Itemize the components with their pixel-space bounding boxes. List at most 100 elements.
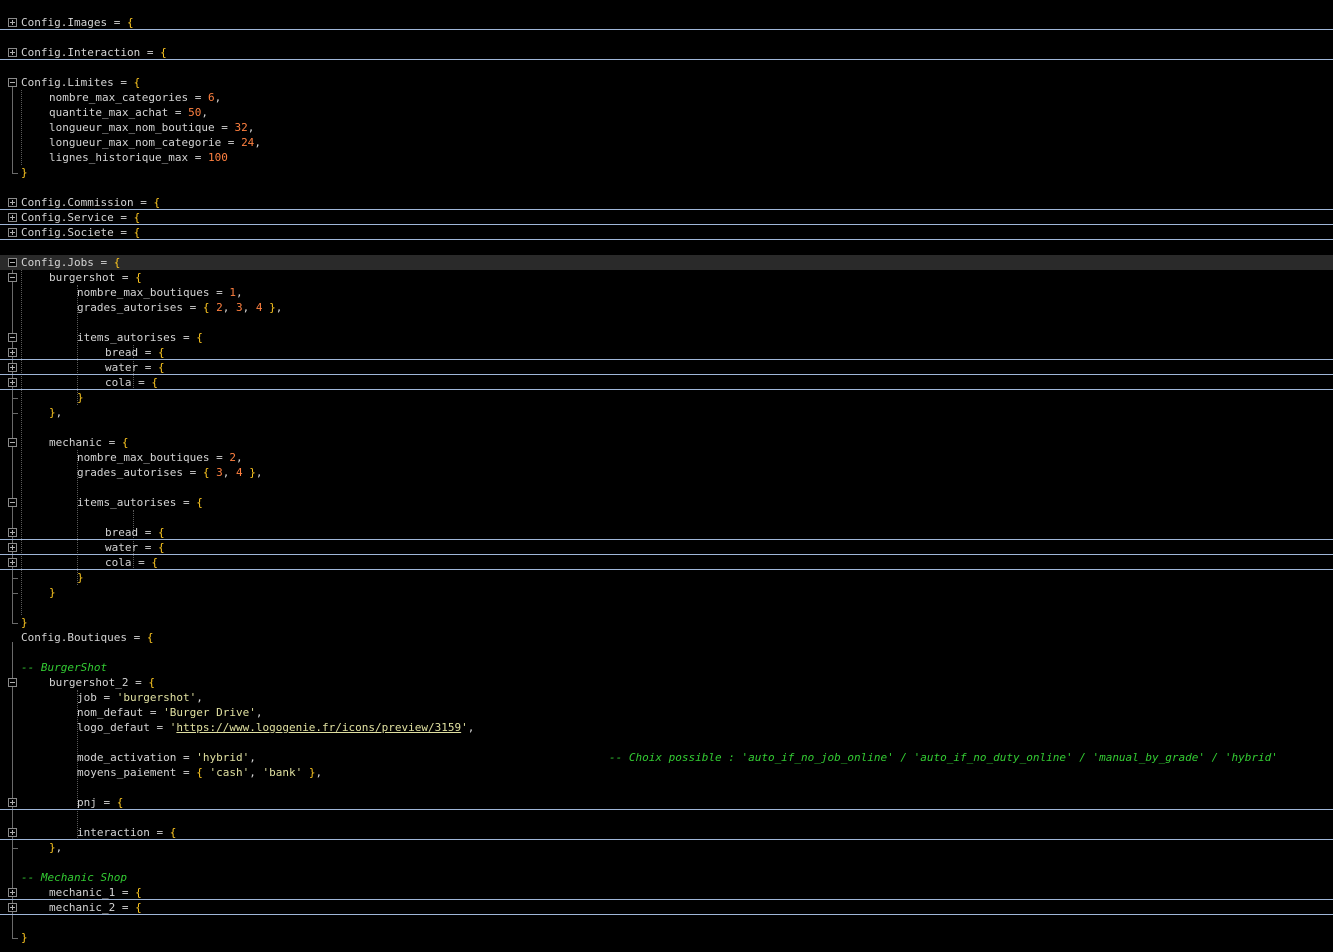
code-line[interactable]: water = {	[0, 540, 1333, 555]
code-line[interactable]: }	[0, 615, 1333, 630]
code-line[interactable]: cola = {	[0, 555, 1333, 570]
code-line[interactable]	[0, 810, 1333, 825]
code-line[interactable]: }	[0, 930, 1333, 945]
token-op: =	[140, 46, 161, 59]
code-line[interactable]	[0, 780, 1333, 795]
collapse-fold-icon[interactable]	[8, 438, 17, 447]
code-line[interactable]: burgershot_2 = {	[0, 675, 1333, 690]
expand-fold-icon[interactable]	[8, 18, 17, 27]
expand-fold-icon[interactable]	[8, 798, 17, 807]
code-line[interactable]: moyens_paiement = { 'cash', 'bank' },	[0, 765, 1333, 780]
token-id: bread	[105, 526, 139, 539]
code-line[interactable]: mode_activation = 'hybrid', -- Choix poss…	[0, 750, 1333, 765]
token-br: {	[116, 796, 124, 809]
expand-fold-icon[interactable]	[8, 543, 17, 552]
code-line[interactable]: items_autorises = {	[0, 330, 1333, 345]
collapse-fold-icon[interactable]	[8, 498, 17, 507]
code-text: -- BurgerShot	[21, 660, 107, 675]
token-pn: ,	[315, 766, 323, 779]
token-id: mode_activation	[77, 751, 177, 764]
code-line[interactable]: water = {	[0, 360, 1333, 375]
expand-fold-icon[interactable]	[8, 528, 17, 537]
expand-fold-icon[interactable]	[8, 363, 17, 372]
code-line[interactable]: pnj = {	[0, 795, 1333, 810]
code-line[interactable]	[0, 915, 1333, 930]
code-line[interactable]: items_autorises = {	[0, 495, 1333, 510]
token-op: =	[149, 721, 170, 734]
code-line[interactable]	[0, 480, 1333, 495]
code-line[interactable]: }	[0, 165, 1333, 180]
code-line[interactable]: grades_autorises = { 2, 3, 4 },	[0, 300, 1333, 315]
collapse-fold-icon[interactable]	[8, 273, 17, 282]
code-line[interactable]: nombre_max_boutiques = 2,	[0, 450, 1333, 465]
code-line[interactable]: },	[0, 405, 1333, 420]
code-line[interactable]: Config.Images = {	[0, 15, 1333, 30]
token-op: =	[115, 886, 136, 899]
expand-fold-icon[interactable]	[8, 228, 17, 237]
collapse-fold-icon[interactable]	[8, 678, 17, 687]
code-line[interactable]: mechanic_1 = {	[0, 885, 1333, 900]
code-line[interactable]	[0, 240, 1333, 255]
code-line[interactable]: }	[0, 585, 1333, 600]
expand-fold-icon[interactable]	[8, 888, 17, 897]
code-line[interactable]: bread = {	[0, 345, 1333, 360]
code-line[interactable]: mechanic_2 = {	[0, 900, 1333, 915]
code-editor[interactable]: Config.Images = { Config.Interaction = { C…	[0, 0, 1333, 952]
expand-fold-icon[interactable]	[8, 198, 17, 207]
token-br: {	[196, 496, 203, 509]
code-line[interactable]: Config.Interaction = {	[0, 45, 1333, 60]
code-line[interactable]: nombre_max_categories = 6,	[0, 90, 1333, 105]
code-line[interactable]	[0, 510, 1333, 525]
code-line[interactable]: Config.Commission = {	[0, 195, 1333, 210]
code-line[interactable]: Config.Service = {	[0, 210, 1333, 225]
token-br: {	[126, 16, 134, 29]
expand-fold-icon[interactable]	[8, 213, 17, 222]
expand-fold-icon[interactable]	[8, 48, 17, 57]
code-line[interactable]: -- Mechanic Shop	[0, 870, 1333, 885]
code-text: Config.Jobs = {	[21, 255, 120, 270]
expand-fold-icon[interactable]	[8, 378, 17, 387]
expand-fold-icon[interactable]	[8, 903, 17, 912]
token-op: =	[176, 496, 197, 509]
code-line[interactable]: Config.Jobs = {	[0, 255, 1333, 270]
code-line[interactable]: longueur_max_nom_boutique = 32,	[0, 120, 1333, 135]
code-line[interactable]: quantite_max_achat = 50,	[0, 105, 1333, 120]
code-line[interactable]: burgershot = {	[0, 270, 1333, 285]
code-line[interactable]: nom_defaut = 'Burger Drive',	[0, 705, 1333, 720]
expand-fold-icon[interactable]	[8, 828, 17, 837]
code-line[interactable]: lignes_historique_max = 100	[0, 150, 1333, 165]
code-line[interactable]: job = 'burgershot',	[0, 690, 1333, 705]
code-line[interactable]: Config.Societe = {	[0, 225, 1333, 240]
code-line[interactable]	[0, 420, 1333, 435]
code-line[interactable]: mechanic = {	[0, 435, 1333, 450]
code-line[interactable]	[0, 30, 1333, 45]
code-line[interactable]	[0, 315, 1333, 330]
code-line[interactable]	[0, 60, 1333, 75]
collapse-fold-icon[interactable]	[8, 258, 17, 267]
code-line[interactable]: bread = {	[0, 525, 1333, 540]
code-line[interactable]	[0, 180, 1333, 195]
collapse-fold-icon[interactable]	[8, 333, 17, 342]
expand-fold-icon[interactable]	[8, 558, 17, 567]
code-line[interactable]: grades_autorises = { 3, 4 },	[0, 465, 1333, 480]
code-line[interactable]	[0, 600, 1333, 615]
code-line[interactable]: -- BurgerShot	[0, 660, 1333, 675]
expand-fold-icon[interactable]	[8, 348, 17, 357]
code-line[interactable]: cola = {	[0, 375, 1333, 390]
code-line[interactable]: nombre_max_boutiques = 1,	[0, 285, 1333, 300]
code-line[interactable]: },	[0, 840, 1333, 855]
code-text: burgershot_2 = {	[49, 675, 155, 690]
code-line[interactable]: }	[0, 390, 1333, 405]
code-line[interactable]: longueur_max_nom_categorie = 24,	[0, 135, 1333, 150]
code-text: water = {	[105, 360, 165, 375]
code-line[interactable]	[0, 645, 1333, 660]
code-line[interactable]: interaction = {	[0, 825, 1333, 840]
code-line[interactable]	[0, 735, 1333, 750]
code-line[interactable]: }	[0, 570, 1333, 585]
code-line[interactable]	[0, 855, 1333, 870]
code-line[interactable]: Config.Limites = {	[0, 75, 1333, 90]
token-br: {	[151, 376, 158, 389]
code-line[interactable]: logo_defaut = 'https://www.logogenie.fr/…	[0, 720, 1333, 735]
code-line[interactable]: Config.Boutiques = {	[0, 630, 1333, 645]
collapse-fold-icon[interactable]	[8, 78, 17, 87]
